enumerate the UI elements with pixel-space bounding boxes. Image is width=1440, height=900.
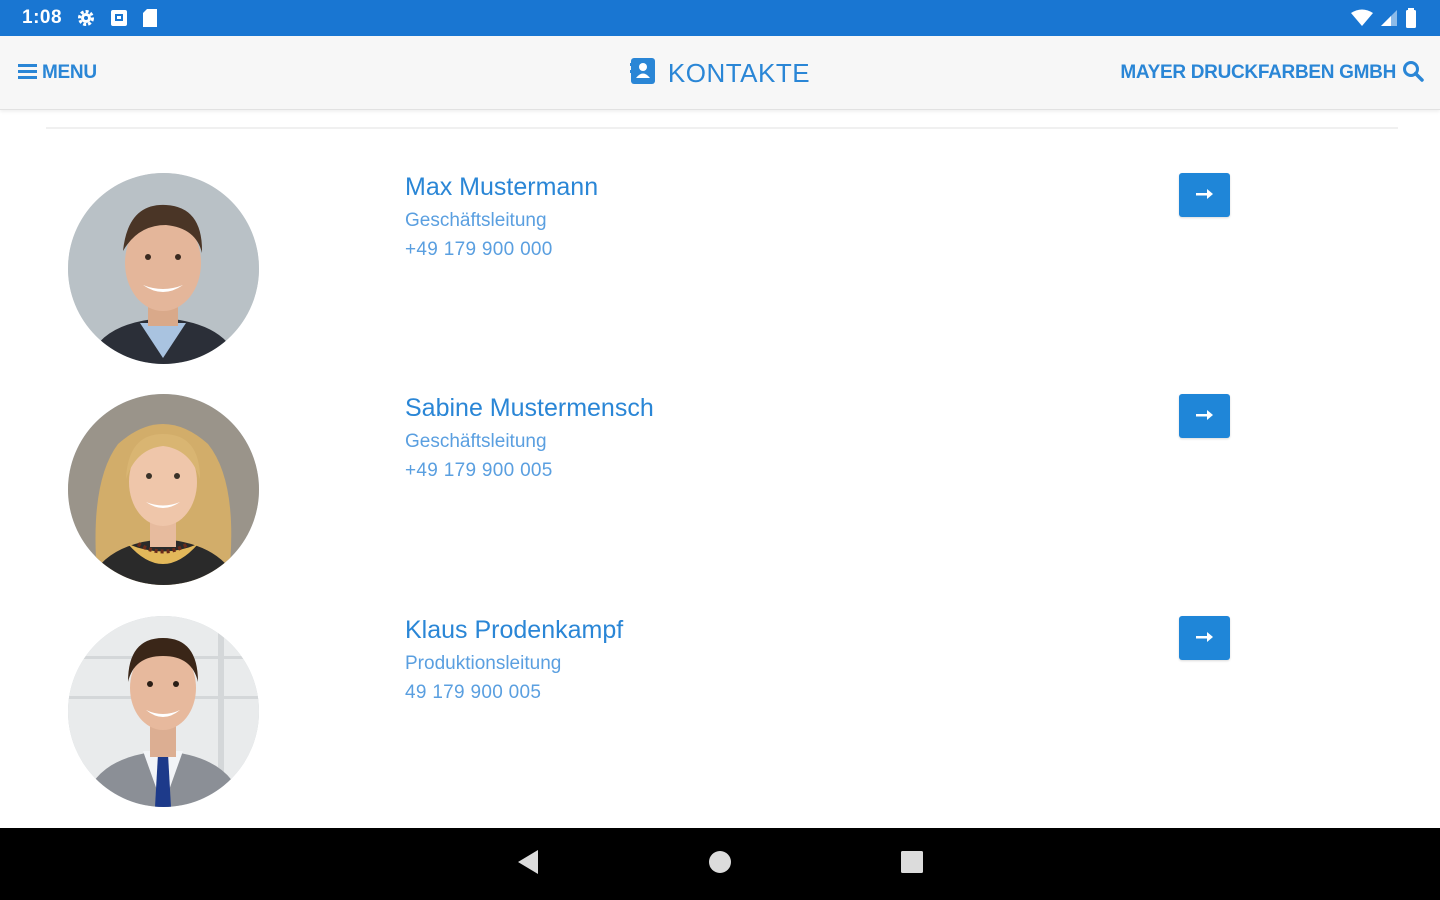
home-button[interactable] xyxy=(690,828,750,900)
page-title: KONTAKTE xyxy=(667,57,811,88)
contact-detail-button[interactable] xyxy=(1179,173,1230,217)
hamburger-icon xyxy=(18,63,38,84)
arrow-right-icon xyxy=(1195,629,1214,647)
battery-icon xyxy=(1404,7,1418,29)
contact-name[interactable]: Max Mustermann xyxy=(405,173,598,201)
avatar xyxy=(68,616,259,807)
menu-button[interactable]: MENU xyxy=(18,36,97,110)
back-button[interactable] xyxy=(498,828,558,900)
contact-info: Max Mustermann Geschäftsleitung +49 179 … xyxy=(405,173,598,261)
arrow-right-icon xyxy=(1195,407,1214,425)
recents-button[interactable] xyxy=(882,828,942,900)
notification-box-icon xyxy=(110,9,128,27)
recents-icon xyxy=(900,850,924,879)
contact-phone[interactable]: +49 179 900 000 xyxy=(405,239,598,261)
status-bar: 1:08 xyxy=(0,0,1440,36)
company-search-button[interactable]: MAYER DRUCKFARBEN GMBH xyxy=(1120,36,1424,110)
search-icon xyxy=(1402,60,1424,87)
list-item: Max Mustermann Geschäftsleitung +49 179 … xyxy=(0,173,1440,373)
menu-label: MENU xyxy=(42,62,97,83)
cell-signal-icon xyxy=(1380,9,1398,27)
contact-info: Klaus Prodenkampf Produktionsleitung 49 … xyxy=(405,616,623,704)
contact-name[interactable]: Sabine Mustermensch xyxy=(405,394,654,422)
company-label: MAYER DRUCKFARBEN GMBH xyxy=(1120,62,1396,83)
contact-detail-button[interactable] xyxy=(1179,616,1230,660)
settings-icon xyxy=(76,8,96,28)
system-nav-bar xyxy=(0,828,1440,900)
contact-phone[interactable]: 49 179 900 005 xyxy=(405,682,623,704)
home-icon xyxy=(708,850,732,879)
wifi-icon xyxy=(1350,9,1374,27)
contact-info: Sabine Mustermensch Geschäftsleitung +49… xyxy=(405,394,654,482)
contact-role: Geschäftsleitung xyxy=(405,431,547,452)
avatar xyxy=(68,394,259,585)
contact-detail-button[interactable] xyxy=(1179,394,1230,438)
list-item: Sabine Mustermensch Geschäftsleitung +49… xyxy=(0,394,1440,594)
app-header: MENU KONTAKTE MAYER DRUCKFARBEN GMBH xyxy=(0,36,1440,110)
divider xyxy=(46,127,1398,129)
status-left: 1:08 xyxy=(22,7,158,29)
sd-card-icon xyxy=(142,8,158,28)
arrow-right-icon xyxy=(1195,186,1214,204)
list-item: Klaus Prodenkampf Produktionsleitung 49 … xyxy=(0,616,1440,816)
contact-role: Geschäftsleitung xyxy=(405,210,547,231)
address-book-icon xyxy=(629,57,656,90)
avatar xyxy=(68,173,259,364)
contact-role: Produktionsleitung xyxy=(405,653,562,674)
status-right xyxy=(1350,7,1418,29)
status-time: 1:08 xyxy=(22,7,63,28)
back-icon xyxy=(516,849,540,880)
contact-phone[interactable]: +49 179 900 005 xyxy=(405,460,654,482)
contact-name[interactable]: Klaus Prodenkampf xyxy=(405,616,623,644)
